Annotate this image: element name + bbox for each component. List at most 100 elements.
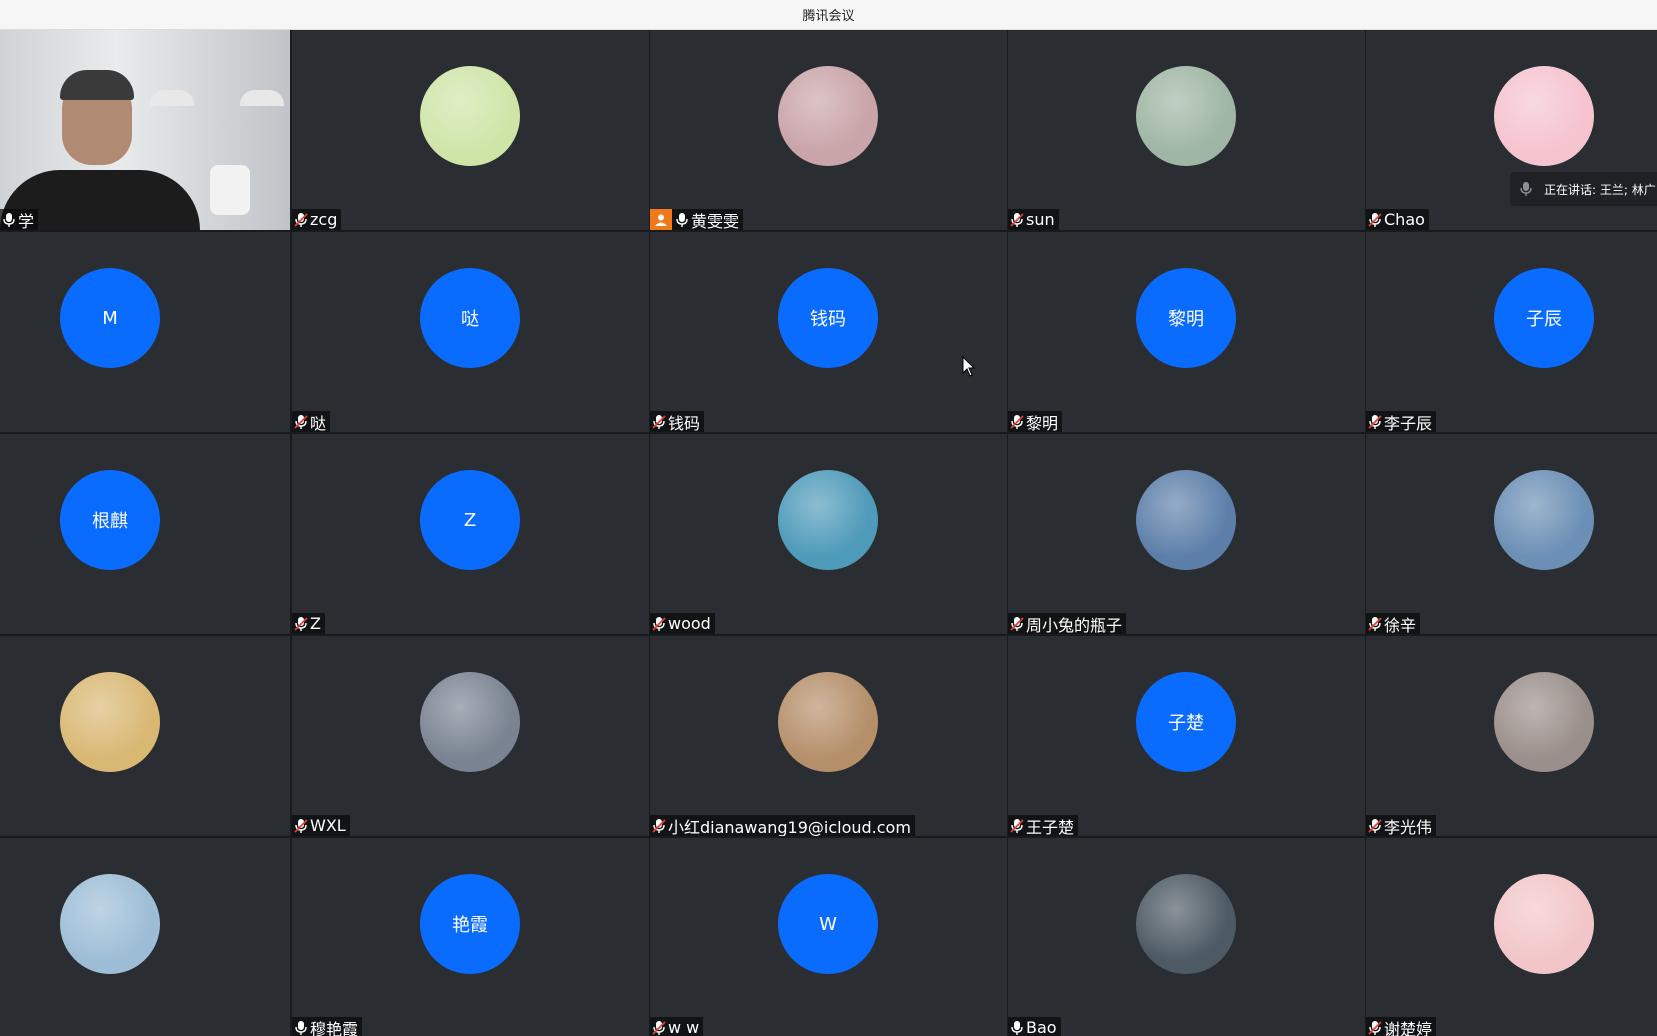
anime-girl-avatar — [778, 66, 878, 166]
participant-nameplate: 李光伟 — [1366, 815, 1437, 837]
participant-name: 李光伟 — [1384, 817, 1433, 837]
participant-nameplate: sun — [1008, 209, 1059, 230]
participant-tile[interactable]: 子辰李子辰 — [1366, 232, 1657, 432]
mic-muted-icon — [652, 616, 666, 631]
mic-muted-icon — [1010, 414, 1024, 429]
participant-name: Bao — [1026, 1018, 1057, 1036]
participant-nameplate: Chao — [1366, 209, 1429, 230]
participant-tile[interactable]: 小红dianawang19@icloud.com — [650, 636, 1007, 836]
window-title: 腾讯会议 — [802, 9, 855, 24]
participant-name: 小红dianawang19@icloud.com — [668, 817, 911, 837]
participant-nameplate: zcg — [292, 209, 342, 230]
sunflower-girl-avatar — [60, 672, 160, 772]
mic-muted-icon — [1368, 414, 1382, 429]
mic-muted-icon — [294, 818, 308, 833]
mic-muted-icon — [1368, 212, 1382, 227]
participant-tile[interactable]: Bao — [1008, 838, 1365, 1036]
city-aerial-avatar — [420, 672, 520, 772]
speaking-indicator: 正在讲话: 王兰; 林广 — [1510, 172, 1657, 206]
initials-avatar: 黎明 — [1136, 268, 1236, 368]
beach-avatar — [778, 470, 878, 570]
participant-name: 周小兔的瓶子 — [1026, 615, 1123, 635]
participant-name: 钱码 — [668, 413, 701, 433]
participant-nameplate: 小红dianawang19@icloud.com — [650, 815, 915, 836]
participant-name: Z — [310, 614, 321, 633]
lake-avatar — [1136, 874, 1236, 974]
participant-nameplate: 黄雯雯 — [650, 209, 744, 230]
participant-tile[interactable]: 谢楚婷 — [1366, 838, 1657, 1036]
participant-nameplate: WXL — [292, 815, 350, 836]
participant-name: 谢楚婷 — [1384, 1019, 1433, 1036]
participant-tile[interactable]: 黄雯雯 — [650, 30, 1007, 230]
participant-tile[interactable] — [0, 636, 290, 836]
temple-avatar — [1136, 470, 1236, 570]
participant-grid: 学 zcg 黄雯雯 sun Chao M 哒哒钱码 钱码 黎明 黎明 子辰 李子辰 根麒 Z Zwood 周小… — [0, 30, 1657, 1036]
participant-nameplate: 钱码 — [650, 411, 705, 433]
mic-muted-icon — [652, 1020, 666, 1035]
mic-icon — [295, 1020, 307, 1035]
participant-tile[interactable]: 徐辛 — [1366, 434, 1657, 634]
initials-avatar: 子辰 — [1494, 268, 1594, 368]
video-feed — [0, 30, 290, 230]
participant-tile[interactable]: 周小兔的瓶子 — [1008, 434, 1365, 634]
participant-nameplate: 周小兔的瓶子 — [1008, 613, 1127, 635]
participant-tile[interactable]: ZZ — [292, 434, 649, 634]
sleeping-puppy-avatar — [1136, 66, 1236, 166]
yawning-man-avatar — [1494, 672, 1594, 772]
participant-tile[interactable]: 学 — [0, 30, 290, 230]
participant-tile[interactable] — [0, 838, 290, 1036]
lamp-shape — [240, 90, 284, 106]
participant-name: wood — [668, 614, 711, 633]
participant-nameplate: 李子辰 — [1366, 411, 1437, 432]
participant-name: 王子楚 — [1026, 817, 1075, 837]
participant-nameplate: 徐辛 — [1366, 613, 1421, 634]
chair-shape — [210, 165, 250, 215]
participant-tile[interactable]: WXL — [292, 636, 649, 836]
participant-tile[interactable]: 艳霞 穆艳霞 — [292, 838, 649, 1036]
participant-nameplate: 王子楚 — [1008, 815, 1079, 837]
participant-tile[interactable]: M — [0, 232, 290, 432]
mic-icon — [676, 212, 688, 227]
mic-icon — [1011, 1020, 1023, 1035]
initials-avatar: 钱码 — [778, 268, 878, 368]
mic-icon — [1520, 182, 1532, 196]
participant-tile[interactable]: 黎明 黎明 — [1008, 232, 1365, 432]
participant-name: WXL — [310, 816, 346, 835]
participant-tile[interactable]: 李光伟 — [1366, 636, 1657, 836]
participant-tile[interactable]: 钱码 钱码 — [650, 232, 1007, 432]
mic-muted-icon — [1368, 1020, 1382, 1035]
lamp-shape — [150, 90, 194, 106]
mic-muted-icon — [294, 212, 308, 227]
pink-blob-avatar — [1494, 66, 1594, 166]
participant-name: 学 — [18, 211, 35, 231]
sleeping-anime-avatar — [1494, 874, 1594, 974]
participant-name: w w — [668, 1018, 700, 1036]
initials-avatar: 子楚 — [1136, 672, 1236, 772]
initials-avatar: 艳霞 — [420, 874, 520, 974]
initials-avatar: 根麒 — [60, 470, 160, 570]
participant-nameplate: 学 — [0, 209, 39, 231]
mic-muted-icon — [652, 818, 666, 833]
initials-avatar: M — [60, 268, 160, 368]
initials-avatar: Z — [420, 470, 520, 570]
participant-tile[interactable]: 哒哒 — [292, 232, 649, 432]
mic-icon — [3, 212, 15, 227]
participant-tile[interactable]: zcg — [292, 30, 649, 230]
participant-name: 黎明 — [1026, 413, 1059, 433]
initials-avatar: W — [778, 874, 878, 974]
participant-tile[interactable]: 根麒 — [0, 434, 290, 634]
participant-nameplate: Bao — [1008, 1017, 1061, 1036]
participant-tile[interactable]: Ww w — [650, 838, 1007, 1036]
participant-nameplate: 谢楚婷 — [1366, 1017, 1437, 1036]
host-icon — [650, 209, 672, 230]
duck-avatar — [420, 66, 520, 166]
participant-tile[interactable]: sun — [1008, 30, 1365, 230]
participant-tile[interactable]: wood — [650, 434, 1007, 634]
participant-nameplate: w w — [650, 1017, 704, 1036]
participant-nameplate: 哒 — [292, 411, 331, 432]
participant-nameplate: wood — [650, 613, 715, 634]
mouse-cursor-icon — [962, 356, 976, 377]
mic-muted-icon — [1368, 818, 1382, 833]
participant-tile[interactable]: 子楚王子楚 — [1008, 636, 1365, 836]
mic-muted-icon — [1368, 616, 1382, 631]
